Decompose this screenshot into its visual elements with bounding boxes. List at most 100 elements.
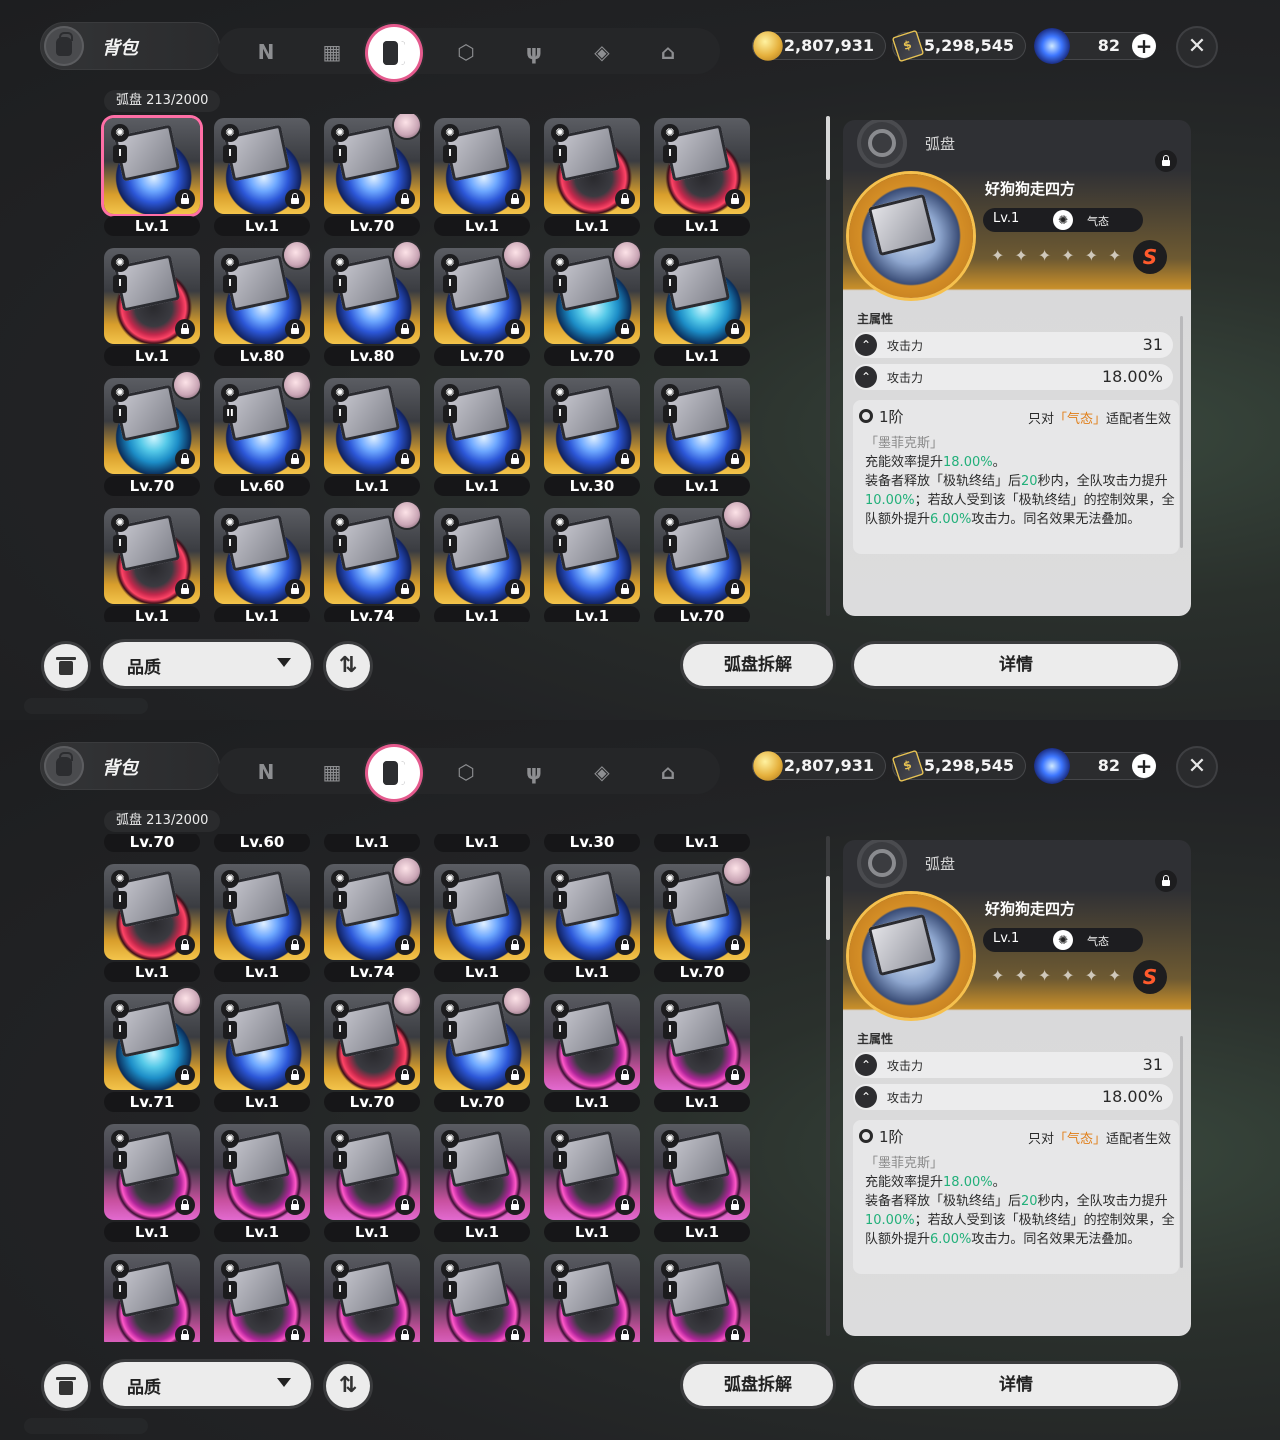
- disc-card[interactable]: ✺ I: [210, 1250, 310, 1342]
- disc-card[interactable]: ✺ILv.1: [210, 1120, 310, 1242]
- disc-card[interactable]: ✺ILv.70: [100, 372, 200, 496]
- cube-icon[interactable]: ⬡: [448, 34, 484, 70]
- n-logo-icon[interactable]: N: [248, 754, 284, 790]
- lock-icon[interactable]: [285, 319, 305, 339]
- lock-icon[interactable]: [725, 935, 745, 955]
- disc-card[interactable]: ✺ILv.1: [100, 1120, 200, 1242]
- lock-icon[interactable]: [395, 449, 415, 469]
- close-button[interactable]: ✕: [1176, 746, 1218, 788]
- disc-card[interactable]: ✺ILv.70: [320, 114, 420, 236]
- lock-icon[interactable]: [505, 935, 525, 955]
- details-button[interactable]: 详情: [854, 1364, 1178, 1406]
- lock-icon[interactable]: [285, 1065, 305, 1085]
- lock-icon[interactable]: [395, 189, 415, 209]
- lock-icon[interactable]: [505, 189, 525, 209]
- disc-card[interactable]: ✺ILv.1: [430, 860, 530, 982]
- disc-card[interactable]: ✺ILv.1: [540, 860, 640, 982]
- disc-card[interactable]: ✺ILv.1: [100, 860, 200, 982]
- lock-icon[interactable]: [175, 449, 195, 469]
- cube-icon[interactable]: ⬡: [448, 754, 484, 790]
- sort-order-button[interactable]: ⇅: [326, 1364, 370, 1408]
- disc-card[interactable]: ✺ILv.1: [100, 504, 200, 622]
- disc-card[interactable]: ✺ILv.1: [650, 834, 750, 852]
- disc-card[interactable]: ✺ILv.70: [320, 988, 420, 1112]
- grid-scrollbar[interactable]: [826, 836, 830, 1336]
- disc-card[interactable]: ✺ I Lv.74: [320, 502, 420, 622]
- lock-icon[interactable]: [175, 1065, 195, 1085]
- disc-card[interactable]: ✺ILv.1: [650, 374, 750, 496]
- disc-card[interactable]: ✺ILv.1: [650, 244, 750, 366]
- details-button[interactable]: 详情: [854, 644, 1178, 686]
- lock-icon[interactable]: [725, 319, 745, 339]
- add-orb-button[interactable]: +: [1132, 34, 1156, 58]
- lock-icon[interactable]: [615, 449, 635, 469]
- lock-icon[interactable]: [175, 1195, 195, 1215]
- lock-icon[interactable]: [615, 1065, 635, 1085]
- disc-card[interactable]: ✺ILv.70: [430, 242, 530, 366]
- lock-icon[interactable]: [395, 319, 415, 339]
- disc-card[interactable]: ✺ILv.1: [540, 504, 640, 622]
- disc-card[interactable]: ✺ILv.1: [650, 114, 750, 236]
- disc-card[interactable]: ✺ILv.1: [320, 374, 420, 496]
- lock-icon[interactable]: [395, 1325, 415, 1342]
- lock-icon[interactable]: [285, 1325, 305, 1342]
- lock-icon[interactable]: [725, 449, 745, 469]
- lock-icon[interactable]: [175, 1325, 195, 1342]
- grid-scroll-thumb[interactable]: [826, 876, 830, 940]
- lock-icon[interactable]: [175, 319, 195, 339]
- quality-filter-select[interactable]: 品质: [103, 1362, 311, 1406]
- lock-icon[interactable]: [505, 449, 525, 469]
- disc-card[interactable]: ✺ILv.1: [210, 504, 310, 622]
- trash-button[interactable]: [44, 644, 88, 688]
- disc-card[interactable]: ✺IILv.60: [210, 372, 310, 496]
- disc-card[interactable]: ✺ILv.1: [210, 114, 310, 236]
- disc-card[interactable]: ✺ I: [540, 1250, 640, 1342]
- lock-toggle-icon[interactable]: [1155, 150, 1177, 172]
- disc-card[interactable]: ✺IILv.60: [210, 834, 310, 852]
- lock-icon[interactable]: [615, 1195, 635, 1215]
- disc-card[interactable]: ✺ILv.1: [320, 1120, 420, 1242]
- disc-card[interactable]: ✺ILv.1: [100, 244, 200, 366]
- disc-card[interactable]: ✺ILv.1: [430, 834, 530, 852]
- lock-icon[interactable]: [395, 935, 415, 955]
- disc-card[interactable]: ✺ILv.70: [100, 834, 200, 852]
- package-icon[interactable]: ◈: [584, 754, 620, 790]
- disc-card[interactable]: ✺ I: [320, 1250, 420, 1342]
- close-button[interactable]: ✕: [1176, 26, 1218, 68]
- dismantle-button[interactable]: 弧盘拆解: [683, 1364, 833, 1406]
- lock-icon[interactable]: [395, 579, 415, 599]
- disc-card[interactable]: ✺ I: [100, 1250, 200, 1342]
- lock-icon[interactable]: [725, 579, 745, 599]
- lock-icon[interactable]: [505, 319, 525, 339]
- house-icon[interactable]: ⌂: [650, 754, 686, 790]
- add-orb-button[interactable]: +: [1132, 754, 1156, 778]
- lock-icon[interactable]: [615, 579, 635, 599]
- disc-card[interactable]: ✺ILv.1: [650, 990, 750, 1112]
- dismantle-button[interactable]: 弧盘拆解: [683, 644, 833, 686]
- disc-card[interactable]: ✺ILv.70: [650, 502, 750, 622]
- grid-scroll-thumb[interactable]: [826, 116, 830, 180]
- fork-knife-icon[interactable]: ψ: [516, 34, 552, 70]
- grid-scrollbar[interactable]: [826, 116, 830, 616]
- disc-card[interactable]: ✺ I: [430, 1250, 530, 1342]
- sort-order-button[interactable]: ⇅: [326, 644, 370, 688]
- house-icon[interactable]: ⌂: [650, 34, 686, 70]
- disc-card[interactable]: ✺ILv.1: [540, 1120, 640, 1242]
- lock-icon[interactable]: [175, 579, 195, 599]
- lock-icon[interactable]: [505, 579, 525, 599]
- backpack-header[interactable]: 背包: [40, 22, 220, 70]
- lock-icon[interactable]: [285, 579, 305, 599]
- fork-knife-icon[interactable]: ψ: [516, 754, 552, 790]
- lock-icon[interactable]: [725, 189, 745, 209]
- disc-card[interactable]: ✺ILv.1: [210, 860, 310, 982]
- lock-icon[interactable]: [175, 935, 195, 955]
- lock-icon[interactable]: [505, 1065, 525, 1085]
- lock-icon[interactable]: [615, 1325, 635, 1342]
- backpack-header[interactable]: 背包: [40, 742, 220, 790]
- quality-filter-select[interactable]: 品质: [103, 642, 311, 686]
- lock-icon[interactable]: [725, 1325, 745, 1342]
- disc-card[interactable]: ✺ILv.1: [320, 834, 420, 852]
- disc-card[interactable]: ✺ I Lv.80: [210, 242, 310, 366]
- disc-card[interactable]: ✺ILv.30: [540, 374, 640, 496]
- gameboy-icon[interactable]: ▦: [314, 754, 350, 790]
